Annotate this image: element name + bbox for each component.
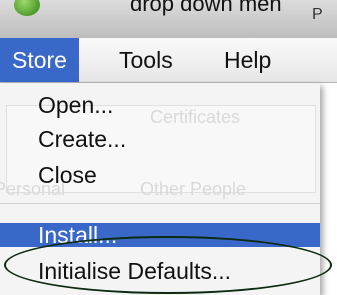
menu-item-open[interactable]: Open... xyxy=(0,89,320,121)
window-title-fragment: P xyxy=(312,6,323,23)
caption-text: drop down men xyxy=(130,0,282,16)
menu-item-create[interactable]: Create... xyxy=(0,123,320,155)
menu-item-close[interactable]: Close xyxy=(0,159,320,191)
app-icon xyxy=(14,0,40,16)
menu-separator xyxy=(0,203,320,204)
menu-bar: Store Tools Help xyxy=(0,38,337,83)
menu-store[interactable]: Store xyxy=(0,38,79,82)
menu-help[interactable]: Help xyxy=(212,38,283,82)
menu-tools[interactable]: Tools xyxy=(107,38,185,82)
annotation-oval xyxy=(4,236,332,294)
